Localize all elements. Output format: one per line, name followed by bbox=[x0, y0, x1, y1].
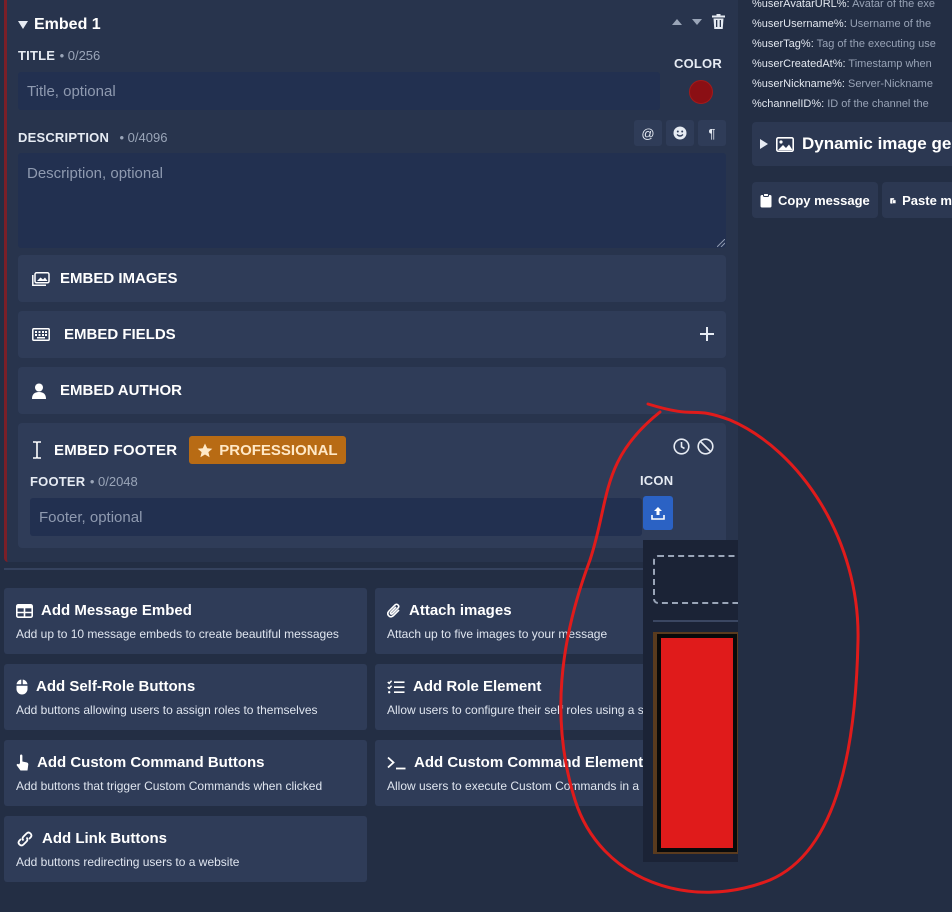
add-message-embed-tile[interactable]: Add Message Embed Add up to 10 message e… bbox=[4, 588, 367, 654]
footer-count: • 0/2048 bbox=[89, 474, 138, 489]
checklist-icon bbox=[387, 679, 405, 693]
icon-label: ICON bbox=[640, 473, 674, 488]
variable-row: %userAvatarURL%: Avatar of the exe bbox=[752, 0, 936, 10]
description-textarea[interactable]: Description, optional bbox=[18, 153, 726, 248]
embed-images-section[interactable]: EMBED IMAGES bbox=[18, 255, 726, 302]
tile-title: Add Message Embed bbox=[41, 602, 192, 619]
keyboard-icon bbox=[32, 328, 50, 341]
image-icon bbox=[776, 136, 794, 152]
copy-message-button[interactable]: Copy message bbox=[752, 182, 878, 218]
embed-images-label: EMBED IMAGES bbox=[60, 270, 178, 287]
pointer-hand-icon bbox=[16, 754, 29, 771]
resize-handle-icon[interactable] bbox=[717, 239, 725, 247]
embed-footer-header[interactable]: EMBED FOOTER PROFESSIONAL bbox=[32, 436, 346, 464]
trash-icon[interactable] bbox=[712, 14, 725, 29]
user-icon bbox=[32, 383, 46, 399]
caret-right-icon bbox=[760, 139, 768, 149]
embed-footer-label: EMBED FOOTER bbox=[54, 441, 178, 459]
embed-collapse-toggle[interactable]: Embed 1 bbox=[18, 16, 101, 34]
professional-label: PROFESSIONAL bbox=[219, 441, 338, 459]
color-picker[interactable] bbox=[689, 80, 713, 104]
paste-icon bbox=[890, 197, 897, 204]
embed-heading: Embed 1 bbox=[34, 16, 101, 33]
add-field-plus-icon[interactable] bbox=[699, 326, 715, 342]
link-icon bbox=[17, 831, 33, 846]
description-count: • 0/4096 bbox=[119, 130, 168, 145]
title-label-row: TITLE • 0/256 bbox=[18, 47, 100, 65]
tile-title: Add Custom Command Buttons bbox=[37, 754, 265, 771]
paperclip-icon bbox=[387, 602, 400, 618]
clock-icon[interactable] bbox=[673, 438, 690, 455]
dynamic-image-label: Dynamic image ge bbox=[802, 134, 952, 153]
table-icon bbox=[16, 603, 33, 618]
title-count: • 0/256 bbox=[59, 48, 101, 63]
variable-row: %userNickname%: Server-Nickname bbox=[752, 78, 933, 90]
clipboard-icon bbox=[760, 192, 772, 207]
tile-title: Attach images bbox=[409, 602, 512, 619]
move-down-icon[interactable] bbox=[692, 18, 702, 25]
variable-row: %userTag%: Tag of the executing use bbox=[752, 38, 936, 50]
description-label: DESCRIPTION bbox=[18, 130, 110, 145]
mouse-icon bbox=[16, 679, 28, 694]
redaction-box bbox=[657, 634, 737, 852]
image-drop-zone[interactable] bbox=[653, 555, 738, 604]
emoji-icon[interactable] bbox=[666, 120, 694, 146]
add-link-buttons-tile[interactable]: Add Link Buttons Add buttons redirecting… bbox=[4, 816, 367, 882]
dynamic-image-section[interactable]: Dynamic image ge bbox=[752, 122, 952, 166]
embed-fields-label: EMBED FIELDS bbox=[64, 326, 176, 343]
footer-label: FOOTER bbox=[30, 474, 86, 489]
variable-row: %userUsername%: Username of the bbox=[752, 18, 932, 30]
professional-badge: PROFESSIONAL bbox=[189, 436, 346, 464]
copy-message-label: Copy message bbox=[778, 192, 870, 208]
upload-icon bbox=[651, 507, 665, 520]
tile-description: Add buttons that trigger Custom Commands… bbox=[16, 779, 323, 793]
variables-list: %userAvatarURL%: Avatar of the exe %user… bbox=[752, 0, 952, 114]
embed-author-section[interactable]: EMBED AUTHOR bbox=[18, 367, 726, 414]
add-custom-command-buttons-tile[interactable]: Add Custom Command Buttons Add buttons t… bbox=[4, 740, 367, 806]
star-icon bbox=[197, 443, 213, 457]
caret-down-icon bbox=[18, 21, 28, 29]
text-cursor-icon bbox=[33, 441, 41, 459]
section-divider bbox=[4, 568, 738, 570]
icon-upload-popup bbox=[643, 540, 738, 862]
tile-description: Add up to 10 message embeds to create be… bbox=[16, 627, 339, 641]
tile-title: Add Self-Role Buttons bbox=[36, 678, 196, 695]
variable-row: %userCreatedAt%: Timestamp when bbox=[752, 58, 932, 70]
move-up-icon[interactable] bbox=[672, 18, 682, 25]
tile-description: Add buttons allowing users to assign rol… bbox=[16, 703, 318, 717]
tile-description: Add buttons redirecting users to a websi… bbox=[16, 855, 240, 869]
terminal-icon bbox=[387, 756, 406, 769]
popup-divider bbox=[653, 620, 738, 622]
embed-author-label: EMBED AUTHOR bbox=[60, 382, 182, 399]
title-label: TITLE bbox=[18, 48, 56, 63]
paragraph-icon[interactable]: ¶ bbox=[698, 120, 726, 146]
footer-input[interactable]: Footer, optional bbox=[30, 498, 642, 536]
variable-row: %channelID%: ID of the channel the bbox=[752, 98, 929, 110]
color-label: COLOR bbox=[674, 56, 722, 71]
title-input[interactable]: Title, optional bbox=[18, 72, 660, 110]
description-tools: @ ¶ bbox=[634, 120, 726, 146]
tile-title: Add Custom Command Element bbox=[414, 754, 644, 771]
embed-controls bbox=[672, 14, 725, 29]
tile-title: Add Link Buttons bbox=[42, 830, 167, 847]
tile-title: Add Role Element bbox=[413, 678, 542, 695]
images-icon bbox=[32, 271, 50, 286]
mention-icon[interactable]: @ bbox=[634, 120, 662, 146]
upload-icon-button[interactable] bbox=[643, 496, 673, 530]
paste-message-label: Paste m bbox=[902, 192, 952, 208]
paste-message-button[interactable]: Paste m bbox=[882, 182, 952, 218]
description-label-row: DESCRIPTION • 0/4096 bbox=[18, 129, 167, 147]
ban-icon[interactable] bbox=[697, 438, 714, 455]
embed-fields-section[interactable]: EMBED FIELDS bbox=[18, 311, 726, 358]
footer-label-row: FOOTER • 0/2048 bbox=[30, 473, 138, 491]
add-self-role-buttons-tile[interactable]: Add Self-Role Buttons Add buttons allowi… bbox=[4, 664, 367, 730]
